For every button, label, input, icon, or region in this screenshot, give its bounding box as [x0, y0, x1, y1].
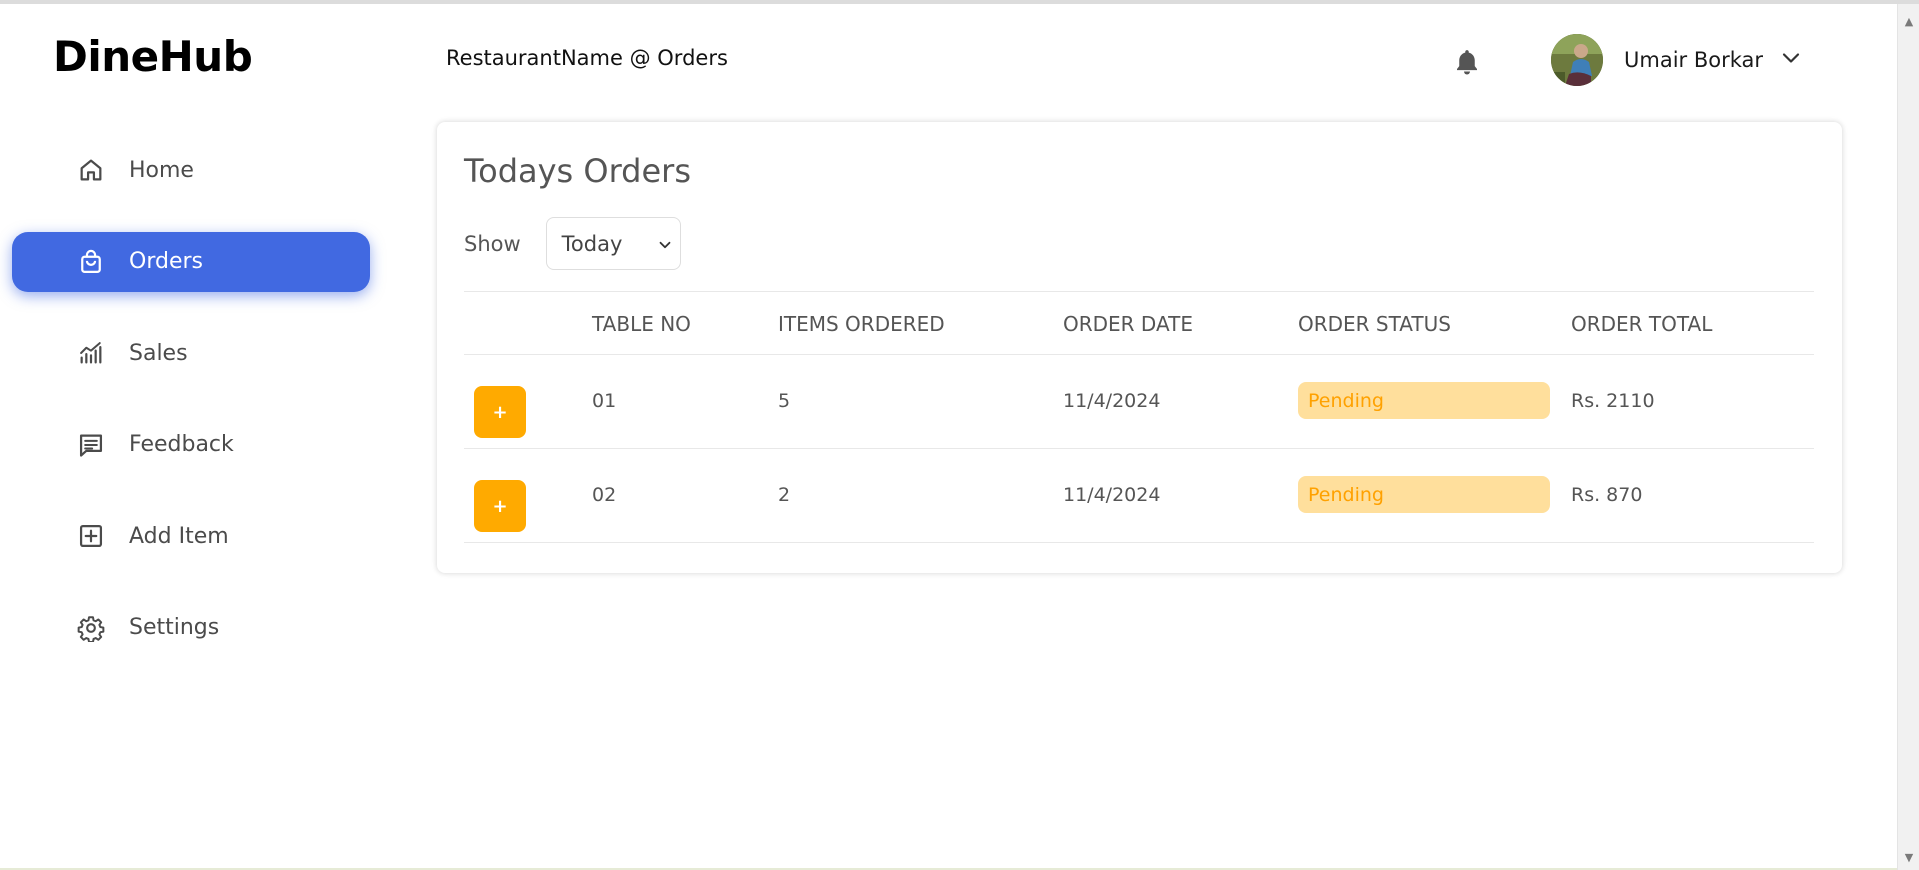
column-header: ORDER DATE — [1063, 312, 1193, 336]
order-date-cell: 11/4/2024 — [1063, 484, 1161, 506]
user-name: Umair Borkar — [1624, 48, 1764, 72]
chart-icon — [76, 338, 106, 368]
page-title: Todays Orders — [464, 152, 691, 190]
orders-table: TABLE NO ITEMS ORDERED ORDER DATE ORDER … — [464, 291, 1814, 543]
vertical-scrollbar[interactable]: ▲ ▼ — [1897, 4, 1919, 870]
sidebar-item-feedback[interactable]: Feedback — [12, 415, 370, 475]
user-menu[interactable]: Umair Borkar — [1551, 33, 1803, 87]
sidebar-item-orders[interactable]: Orders — [12, 231, 370, 292]
scroll-down-icon[interactable]: ▼ — [1898, 848, 1919, 866]
app-window: DineHub Home Orders Sales Feedback Add I… — [0, 0, 1919, 870]
browser-top-edge — [0, 0, 1919, 4]
home-icon — [76, 155, 106, 185]
sidebar-item-label: Orders — [129, 249, 203, 274]
table-row: + 01 5 11/4/2024 Pending Rs. 2110 — [464, 355, 1814, 449]
plus-square-icon — [76, 521, 106, 551]
expand-order-button[interactable]: + — [474, 480, 526, 532]
items-ordered-cell: 2 — [778, 484, 791, 506]
items-ordered-cell: 5 — [778, 390, 791, 412]
sidebar-item-home[interactable]: Home — [12, 140, 370, 200]
sidebar-item-label: Sales — [129, 340, 188, 366]
message-icon — [76, 430, 106, 460]
column-header: ORDER STATUS — [1298, 312, 1451, 336]
status-badge: Pending — [1298, 476, 1550, 513]
order-date-cell: 11/4/2024 — [1063, 390, 1161, 412]
orders-card: Todays Orders Show Today TABLE NO ITEMS … — [437, 122, 1842, 573]
page-header-title: RestaurantName @ Orders — [446, 46, 728, 70]
sidebar-item-label: Feedback — [129, 432, 234, 457]
column-header: ORDER TOTAL — [1571, 312, 1713, 336]
sidebar-item-settings[interactable]: Settings — [12, 598, 370, 658]
app-logo: DineHub — [53, 32, 253, 81]
scroll-up-icon[interactable]: ▲ — [1898, 12, 1919, 30]
show-filter: Show Today — [464, 217, 681, 270]
order-total-cell: Rs. 870 — [1571, 484, 1643, 506]
table-no-cell: 02 — [592, 484, 617, 506]
sidebar-item-sales[interactable]: Sales — [12, 323, 370, 383]
avatar[interactable] — [1551, 34, 1603, 86]
table-row: + 02 2 11/4/2024 Pending Rs. 870 — [464, 449, 1814, 543]
sidebar-item-label: Settings — [129, 615, 220, 640]
chevron-down-icon — [656, 235, 674, 253]
period-select-value: Today — [561, 231, 623, 256]
order-total-cell: Rs. 2110 — [1571, 390, 1655, 412]
table-header: TABLE NO ITEMS ORDERED ORDER DATE ORDER … — [464, 291, 1814, 355]
chevron-down-icon[interactable] — [1779, 46, 1803, 74]
sidebar-item-add-item[interactable]: Add Item — [12, 506, 370, 566]
shopping-bag-icon — [76, 247, 106, 277]
gear-icon — [76, 613, 106, 643]
column-header: ITEMS ORDERED — [778, 312, 945, 336]
status-badge: Pending — [1298, 382, 1550, 419]
sidebar: Home Orders Sales Feedback Add Item Sett… — [12, 140, 370, 689]
sidebar-item-label: Home — [129, 157, 194, 183]
period-select[interactable]: Today — [545, 217, 681, 270]
expand-order-button[interactable]: + — [474, 386, 526, 438]
column-header: TABLE NO — [592, 312, 691, 336]
show-label: Show — [464, 231, 521, 256]
sidebar-item-label: Add Item — [129, 523, 229, 549]
bell-icon[interactable] — [1452, 46, 1482, 78]
table-no-cell: 01 — [592, 390, 617, 412]
